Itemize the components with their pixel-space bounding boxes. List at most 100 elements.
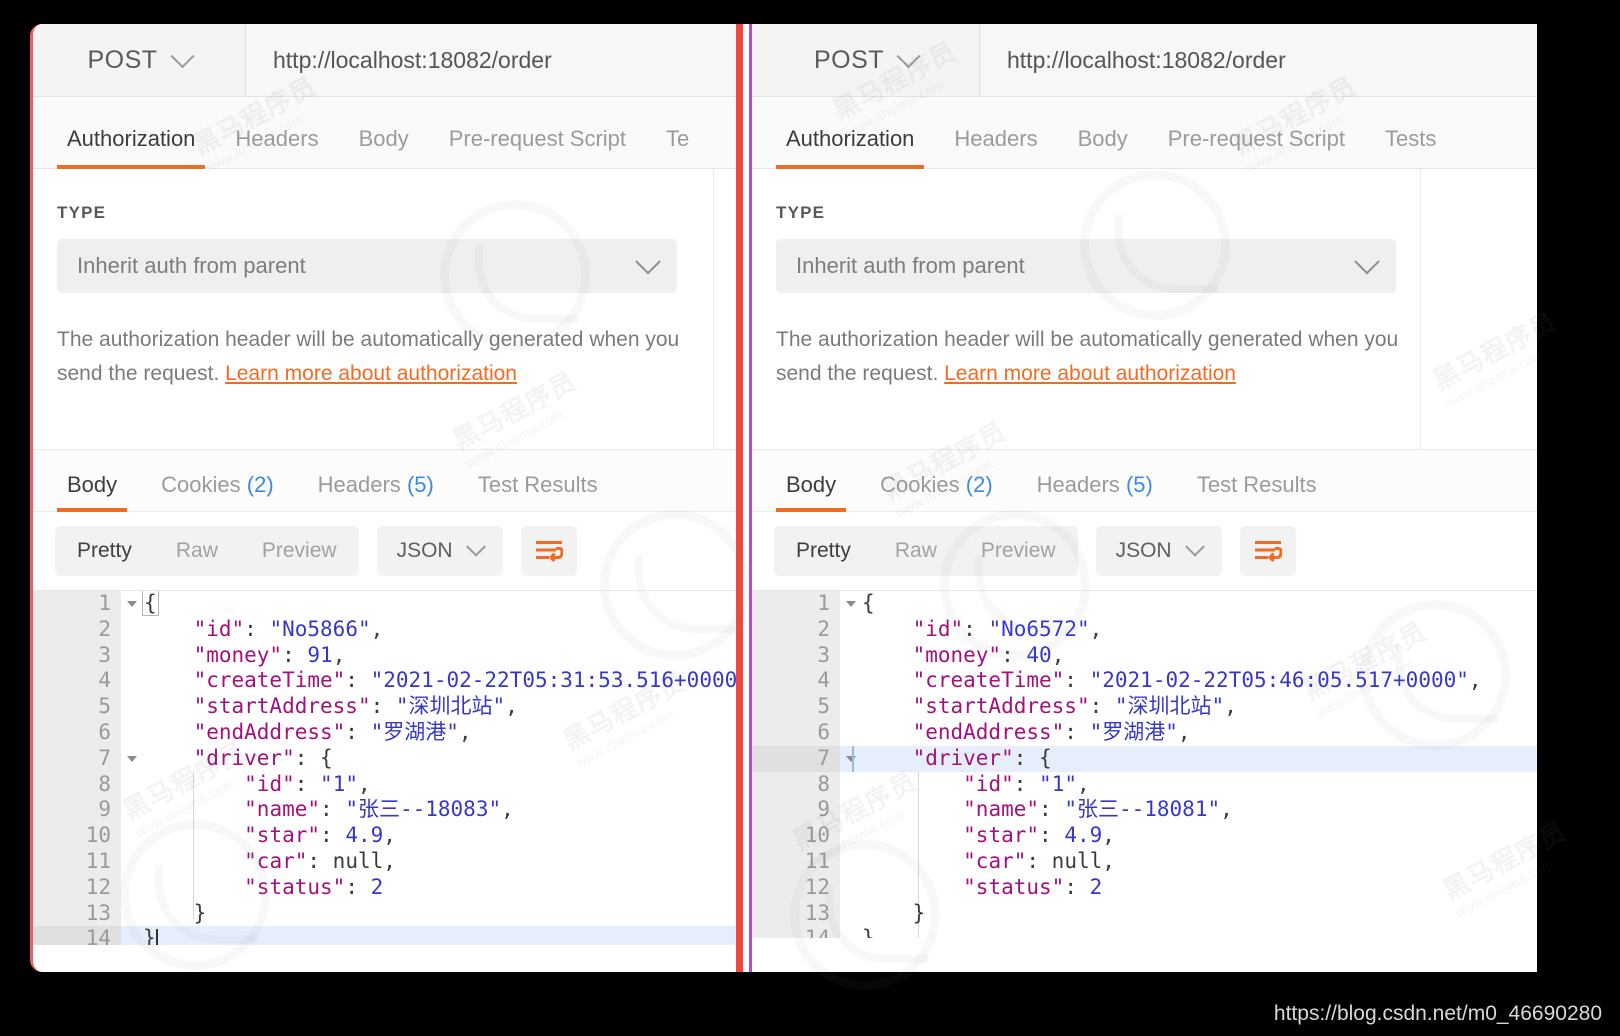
tab-label: Authorization — [67, 126, 196, 151]
line-number: 7 — [33, 746, 137, 772]
code-line: 9 "name": "张三--18081", — [752, 797, 1537, 823]
line-number: 6 — [98, 719, 111, 744]
code-line-active: 7 "driver": { — [752, 745, 1537, 772]
response-tab-cookies[interactable]: Cookies (2) — [858, 472, 1015, 511]
view-mode-pretty[interactable]: Pretty — [774, 526, 873, 576]
code-line: 8 "id": "1", — [752, 772, 1537, 798]
response-tabs: Body Cookies (2) Headers (5) Test Result… — [33, 450, 736, 512]
line-number: 13 — [804, 900, 830, 925]
learn-more-about-authorization-link[interactable]: Learn more about authorization — [225, 362, 517, 385]
wrap-lines-icon — [1254, 541, 1282, 563]
line-number: 5 — [98, 694, 111, 719]
json-value-startaddress: 深圳北站 — [408, 694, 493, 719]
http-method-selector[interactable]: POST — [752, 24, 980, 96]
line-text: "id": "1", — [244, 771, 371, 796]
response-format-select[interactable]: JSON — [1095, 526, 1222, 576]
line-text: "endAddress": "罗湖港", — [193, 719, 472, 744]
view-mode-raw[interactable]: Raw — [873, 526, 959, 576]
request-tab-pre-request-script[interactable]: Pre-request Script — [429, 126, 646, 168]
response-body-code-right[interactable]: 1{ 2 "id": "No6572", 3 "money": 40, 4 "c… — [752, 590, 1537, 938]
response-tab-test-results[interactable]: Test Results — [1175, 472, 1339, 511]
tab-label: Headers — [1036, 472, 1120, 497]
code-line: 4 "createTime": "2021-02-22T05:31:53.516… — [33, 668, 736, 694]
line-number: 4 — [98, 668, 111, 693]
auth-type-select[interactable]: Inherit auth from parent — [57, 239, 677, 293]
active-line-marker — [852, 745, 854, 772]
line-text: "id": "1", — [963, 771, 1090, 796]
view-mode-label: Pretty — [796, 539, 851, 562]
line-text: "startAddress": "深圳北站", — [193, 694, 518, 719]
line-number: 3 — [98, 642, 111, 667]
auth-help-text: The authorization header will be automat… — [57, 323, 697, 391]
json-value-driver-car: null — [1051, 848, 1103, 873]
response-tab-body[interactable]: Body — [764, 472, 858, 512]
json-value-startaddress: 深圳北站 — [1127, 694, 1212, 719]
request-url-input[interactable]: http://localhost:18082/order — [980, 24, 1537, 96]
request-url-bar: POST http://localhost:18082/order — [33, 24, 736, 97]
code-line: 10 "star": 4.9, — [752, 823, 1537, 849]
request-tab-body[interactable]: Body — [1058, 126, 1148, 168]
response-tab-test-results[interactable]: Test Results — [456, 472, 620, 511]
view-mode-preview[interactable]: Preview — [240, 526, 359, 576]
code-line: 10 "star": 4.9, — [33, 823, 736, 849]
chevron-down-icon — [635, 249, 661, 275]
json-value-id: No5866 — [282, 616, 358, 641]
view-mode-pretty[interactable]: Pretty — [55, 526, 154, 576]
request-url-input[interactable]: http://localhost:18082/order — [246, 24, 736, 96]
postman-panel-left: POST http://localhost:18082/order Author… — [30, 24, 736, 972]
response-format-select[interactable]: JSON — [376, 526, 503, 576]
code-line: 8 "id": "1", — [33, 772, 736, 798]
line-text: } — [121, 926, 158, 945]
wrap-lines-icon — [535, 541, 563, 563]
code-line: 3 "money": 40, — [752, 643, 1537, 669]
view-mode-label: Raw — [894, 539, 937, 562]
response-tab-headers[interactable]: Headers (5) — [1015, 472, 1175, 511]
json-value-driver-id: 1 — [332, 771, 346, 796]
http-method-label: POST — [813, 45, 885, 74]
wrap-lines-button[interactable] — [520, 526, 577, 576]
response-format-toolbar: Pretty Raw Preview JSON — [33, 512, 736, 590]
request-tab-headers[interactable]: Headers — [215, 126, 338, 168]
wrap-lines-button[interactable] — [1239, 526, 1296, 576]
request-tab-headers[interactable]: Headers — [934, 126, 1057, 168]
line-text: "star": 4.9, — [244, 823, 396, 848]
http-method-selector[interactable]: POST — [33, 24, 246, 96]
tab-label: Test Results — [1196, 472, 1317, 497]
code-line: 5 "startAddress": "深圳北站", — [33, 694, 736, 720]
tab-label: Te — [666, 126, 690, 151]
screenshot-root: POST http://localhost:18082/order Author… — [0, 0, 1620, 1036]
request-tab-body[interactable]: Body — [339, 126, 429, 168]
postman-panel-right: POST http://localhost:18082/order Author… — [749, 24, 1537, 972]
json-value-endaddress: 罗湖港 — [383, 719, 447, 744]
line-text: "driver": { — [193, 745, 333, 770]
response-body-code-left[interactable]: 1{ 2 "id": "No5866", 3 "money": 91, 4 "c… — [33, 590, 736, 945]
request-url-bar: POST http://localhost:18082/order — [752, 24, 1537, 97]
response-tab-cookies[interactable]: Cookies (2) — [139, 472, 296, 511]
line-number: 12 — [804, 874, 830, 899]
code-line: 1{ — [752, 591, 1537, 617]
line-text: "name": "张三--18083", — [244, 797, 514, 822]
response-view-mode-group: Pretty Raw Preview — [55, 526, 359, 576]
response-tab-headers[interactable]: Headers (5) — [296, 472, 456, 511]
request-tab-tests[interactable]: Tests — [1365, 126, 1456, 168]
view-mode-preview[interactable]: Preview — [959, 526, 1078, 576]
line-text: "money": 91, — [193, 642, 346, 667]
request-tab-authorization[interactable]: Authorization — [766, 126, 934, 169]
learn-more-about-authorization-link[interactable]: Learn more about authorization — [944, 362, 1236, 385]
auth-type-label: TYPE — [776, 203, 826, 222]
request-tab-authorization[interactable]: Authorization — [47, 126, 215, 169]
response-tab-body[interactable]: Body — [45, 472, 139, 512]
auth-type-value: Inherit auth from parent — [77, 253, 306, 278]
request-tab-tests[interactable]: Te — [646, 126, 709, 168]
code-line: 1{ — [33, 591, 736, 617]
line-number: 10 — [804, 823, 830, 848]
line-text: "startAddress": "深圳北站", — [912, 694, 1237, 719]
auth-type-select[interactable]: Inherit auth from parent — [776, 239, 1396, 293]
chevron-down-icon — [465, 536, 486, 557]
line-number: 3 — [817, 642, 830, 667]
view-mode-raw[interactable]: Raw — [154, 526, 240, 576]
code-line: 6 "endAddress": "罗湖港", — [752, 720, 1537, 746]
line-text: { — [142, 591, 159, 616]
json-value-driver-id: 1 — [1051, 771, 1065, 796]
request-tab-pre-request-script[interactable]: Pre-request Script — [1148, 126, 1365, 168]
